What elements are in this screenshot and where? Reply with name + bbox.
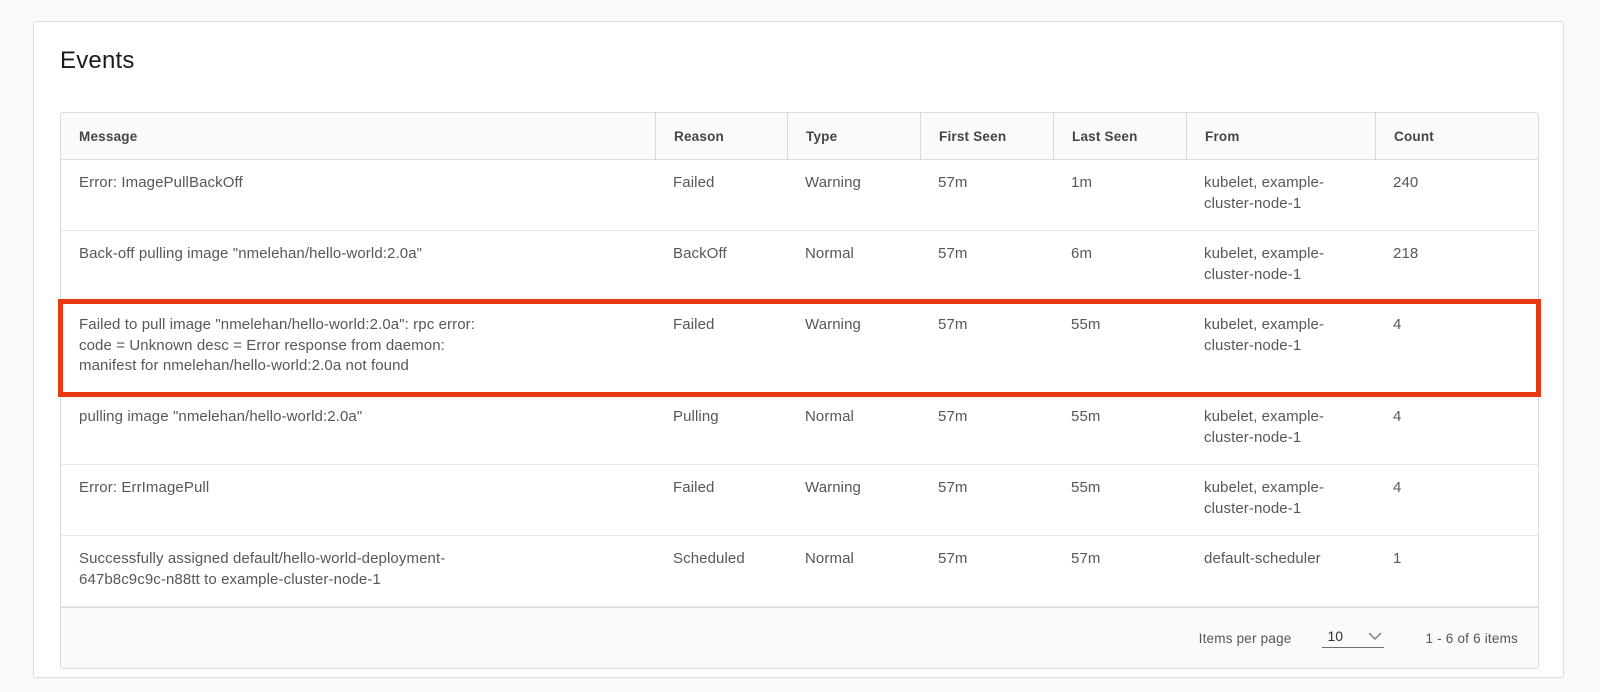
cell-last-seen: 55m: [1053, 465, 1186, 535]
column-header-first-seen: First Seen: [920, 113, 1053, 159]
cell-from: kubelet, example-cluster-node-1: [1186, 465, 1375, 535]
cell-last-seen: 6m: [1053, 231, 1186, 301]
column-header-from: From: [1186, 113, 1375, 159]
column-header-reason: Reason: [655, 113, 787, 159]
table-row: Error: ImagePullBackOff Failed Warning 5…: [61, 160, 1538, 231]
cell-reason: Scheduled: [655, 536, 787, 606]
column-header-type: Type: [787, 113, 920, 159]
cell-reason: Pulling: [655, 394, 787, 464]
highlighted-event-row: Failed to pull image "nmelehan/hello-wor…: [61, 302, 1538, 394]
cell-count: 240: [1375, 160, 1538, 230]
cell-message: Failed to pull image "nmelehan/hello-wor…: [61, 302, 655, 393]
table-footer: Items per page 10 1 - 6 of 6 items: [61, 607, 1538, 668]
cell-message: Error: ImagePullBackOff: [61, 160, 655, 230]
cell-count: 4: [1375, 465, 1538, 535]
cell-reason: Failed: [655, 465, 787, 535]
cell-type: Warning: [787, 465, 920, 535]
cell-first-seen: 57m: [920, 536, 1053, 606]
page-title: Events: [60, 47, 1538, 75]
cell-count: 4: [1375, 302, 1538, 393]
table-header-row: Message Reason Type First Seen Last Seen…: [61, 113, 1538, 160]
cell-from: kubelet, example-cluster-node-1: [1186, 231, 1375, 301]
cell-from: kubelet, example-cluster-node-1: [1186, 302, 1375, 393]
cell-first-seen: 57m: [920, 465, 1053, 535]
cell-type: Normal: [787, 536, 920, 606]
cell-type: Warning: [787, 302, 920, 393]
cell-last-seen: 55m: [1053, 302, 1186, 393]
cell-first-seen: 57m: [920, 302, 1053, 393]
cell-reason: BackOff: [655, 231, 787, 301]
cell-type: Normal: [787, 394, 920, 464]
table-row: pulling image "nmelehan/hello-world:2.0a…: [61, 394, 1538, 465]
cell-message: Error: ErrImagePull: [61, 465, 655, 535]
cell-type: Warning: [787, 160, 920, 230]
cell-count: 1: [1375, 536, 1538, 606]
column-header-last-seen: Last Seen: [1053, 113, 1186, 159]
table-row: Error: ErrImagePull Failed Warning 57m 5…: [61, 465, 1538, 536]
items-per-page-select[interactable]: 10: [1322, 628, 1384, 648]
cell-first-seen: 57m: [920, 394, 1053, 464]
events-table: Message Reason Type First Seen Last Seen…: [60, 112, 1539, 669]
items-per-page-label: Items per page: [1199, 631, 1292, 646]
cell-last-seen: 57m: [1053, 536, 1186, 606]
cell-reason: Failed: [655, 160, 787, 230]
cell-first-seen: 57m: [920, 160, 1053, 230]
cell-message: pulling image "nmelehan/hello-world:2.0a…: [61, 394, 655, 464]
cell-reason: Failed: [655, 302, 787, 393]
chevron-down-icon: [1368, 632, 1382, 641]
cell-last-seen: 55m: [1053, 394, 1186, 464]
cell-count: 218: [1375, 231, 1538, 301]
table-row: Back-off pulling image "nmelehan/hello-w…: [61, 231, 1538, 302]
pagination-range: 1 - 6 of 6 items: [1426, 631, 1519, 646]
cell-message: Successfully assigned default/hello-worl…: [61, 536, 655, 606]
cell-message: Back-off pulling image "nmelehan/hello-w…: [61, 231, 655, 301]
cell-from: kubelet, example-cluster-node-1: [1186, 160, 1375, 230]
column-header-message: Message: [61, 113, 655, 159]
cell-type: Normal: [787, 231, 920, 301]
cell-from: kubelet, example-cluster-node-1: [1186, 394, 1375, 464]
cell-from: default-scheduler: [1186, 536, 1375, 606]
cell-last-seen: 1m: [1053, 160, 1186, 230]
cell-first-seen: 57m: [920, 231, 1053, 301]
cell-count: 4: [1375, 394, 1538, 464]
items-per-page-value: 10: [1328, 628, 1344, 644]
column-header-count: Count: [1375, 113, 1538, 159]
table-row: Successfully assigned default/hello-worl…: [61, 536, 1538, 607]
events-card: Events Message Reason Type First Seen La…: [33, 21, 1564, 678]
